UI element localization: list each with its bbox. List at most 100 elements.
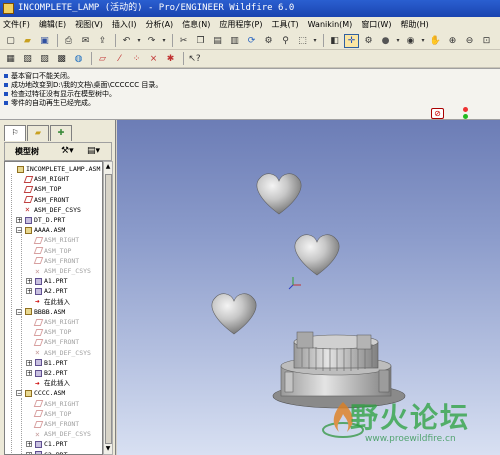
menu-info[interactable]: 信息(N) — [182, 19, 210, 30]
tree-node[interactable]: ASM_TOP — [33, 409, 71, 419]
saved-views-icon[interactable]: ▨ — [37, 52, 52, 66]
datum-axis-display-icon[interactable]: ⁄ — [112, 52, 127, 66]
scroll-up-icon[interactable]: ▲ — [104, 162, 112, 172]
tree-node[interactable]: ASM_RIGHT — [23, 174, 69, 184]
stop-regen-icon[interactable]: ⊘ — [431, 108, 444, 119]
tree-node[interactable]: ⨯ ASM_DEF_CSYS — [35, 266, 91, 276]
expand-toggle-icon[interactable]: − — [16, 227, 22, 234]
tree-node[interactable]: ASM_FRONT — [33, 419, 79, 429]
appearance-dropdown-icon[interactable]: ▾ — [420, 34, 426, 48]
tab-favorites[interactable]: ✚ — [50, 125, 72, 141]
tree-node[interactable]: ➔ 在此插入 — [35, 297, 70, 307]
tree-node[interactable]: ASM_RIGHT — [33, 317, 79, 327]
tree-node[interactable]: B1.PRT — [35, 358, 67, 368]
tree-node[interactable]: CCCC.ASM — [25, 388, 65, 398]
layer-icon[interactable]: ▧ — [20, 52, 35, 66]
menu-edit[interactable]: 编辑(E) — [39, 19, 66, 30]
expand-toggle-icon[interactable]: + — [16, 217, 22, 224]
tree-scrollbar[interactable]: ▲ ▼ — [103, 161, 113, 455]
shading-icon[interactable]: ● — [378, 34, 393, 48]
scroll-thumb[interactable] — [105, 174, 112, 444]
pan-icon[interactable]: ✋ — [428, 34, 443, 48]
model-display-icon[interactable]: ▩ — [54, 52, 69, 66]
expand-toggle-icon[interactable]: + — [26, 288, 32, 295]
menu-analysis[interactable]: 分析(A) — [145, 19, 173, 30]
regenerate-icon[interactable]: ⟳ — [244, 34, 259, 48]
appearance-icon[interactable]: ◉ — [403, 34, 418, 48]
cut-icon[interactable]: ✂ — [176, 34, 191, 48]
tree-node[interactable]: ASM_FRONT — [23, 195, 69, 205]
new-file-icon[interactable]: ▢ — [3, 34, 18, 48]
expand-toggle-icon[interactable]: + — [26, 451, 32, 454]
tree-node[interactable]: ASM_TOP — [23, 184, 61, 194]
shading-dropdown-icon[interactable]: ▾ — [395, 34, 401, 48]
redo-dropdown-icon[interactable]: ▾ — [161, 34, 167, 48]
tab-folder-browser[interactable]: ▰ — [27, 125, 49, 141]
expand-toggle-icon[interactable]: + — [26, 359, 32, 366]
print-icon[interactable]: ⎙ — [61, 34, 76, 48]
heart-part-3[interactable] — [211, 293, 257, 335]
select-dropdown-icon[interactable]: ▾ — [312, 34, 318, 48]
open-folder-icon[interactable]: ▰ — [20, 34, 35, 48]
view-manager-icon[interactable]: ▦ — [3, 52, 18, 66]
tree-node[interactable]: ➔ 在此插入 — [35, 378, 70, 388]
tree-settings-icon[interactable]: ⚒▾ — [61, 146, 74, 156]
undo-dropdown-icon[interactable]: ▾ — [136, 34, 142, 48]
spin-center-display-icon[interactable]: ✱ — [163, 52, 178, 66]
traffic-light-icon[interactable] — [462, 107, 469, 121]
tree-node[interactable]: ASM_RIGHT — [33, 235, 79, 245]
refit-icon[interactable]: ⊡ — [479, 34, 494, 48]
menu-window[interactable]: 窗口(W) — [361, 19, 391, 30]
tree-node[interactable]: BBBB.ASM — [25, 307, 65, 317]
menu-wanikin[interactable]: Wanikin(M) — [308, 20, 353, 29]
tree-node[interactable]: ASM_FRONT — [33, 256, 79, 266]
expand-toggle-icon[interactable]: + — [26, 441, 32, 448]
menu-insert[interactable]: 插入(I) — [112, 19, 137, 30]
tree-node[interactable]: A2.PRT — [35, 286, 67, 296]
tree-node[interactable]: INCOMPLETE_LAMP.ASM — [17, 164, 100, 174]
menu-help[interactable]: 帮助(H) — [400, 19, 428, 30]
zoom-out-icon[interactable]: ⊖ — [462, 34, 477, 48]
save-icon[interactable]: ▣ — [37, 34, 52, 48]
menu-view[interactable]: 视图(V) — [75, 19, 103, 30]
email-icon[interactable]: ✉ — [78, 34, 93, 48]
spin-center-icon[interactable]: ✛ — [344, 33, 359, 48]
expand-toggle-icon[interactable]: + — [26, 278, 32, 285]
tree-node[interactable]: ⨯ ASM_DEF_CSYS — [25, 205, 81, 215]
heart-part-2[interactable] — [294, 234, 340, 276]
heart-part-1[interactable] — [256, 173, 302, 215]
tree-node[interactable]: ⨯ ASM_DEF_CSYS — [35, 429, 91, 439]
paste-icon[interactable]: ▤ — [210, 34, 225, 48]
context-help-icon[interactable]: ↖? — [187, 52, 202, 66]
expand-toggle-icon[interactable]: + — [26, 370, 32, 377]
send-icon[interactable]: ⇪ — [95, 34, 110, 48]
tree-node[interactable]: C1.PRT — [35, 439, 67, 449]
select-box-icon[interactable]: ⬚ — [295, 34, 310, 48]
undo-icon[interactable]: ↶ — [119, 34, 134, 48]
repaint-icon[interactable]: ◧ — [327, 34, 342, 48]
menu-file[interactable]: 文件(F) — [3, 19, 30, 30]
csys-display-icon[interactable]: ⨯ — [146, 52, 161, 66]
paste-special-icon[interactable]: ▥ — [227, 34, 242, 48]
tree-node[interactable]: B2.PRT — [35, 368, 67, 378]
copy-icon[interactable]: ❐ — [193, 34, 208, 48]
menu-tools[interactable]: 工具(T) — [272, 19, 299, 30]
tree-node[interactable]: ASM_RIGHT — [33, 399, 79, 409]
globe-icon[interactable]: ◍ — [71, 52, 86, 66]
datum-point-display-icon[interactable]: ⁘ — [129, 52, 144, 66]
tree-show-icon[interactable]: ▤▾ — [87, 146, 100, 156]
tree-node[interactable]: AAAA.ASM — [25, 225, 65, 235]
tree-node[interactable]: ⨯ ASM_DEF_CSYS — [35, 348, 91, 358]
redo-icon[interactable]: ↷ — [144, 34, 159, 48]
zoom-in-icon[interactable]: ⊕ — [445, 34, 460, 48]
tree-node[interactable]: ASM_TOP — [33, 246, 71, 256]
tree-node[interactable]: A1.PRT — [35, 276, 67, 286]
tab-model-tree[interactable]: ⚐ — [4, 125, 26, 141]
tree-node[interactable]: ASM_TOP — [33, 327, 71, 337]
graphics-window[interactable]: 野火论坛 www.proewildfire.cn — [117, 120, 500, 455]
find-icon[interactable]: ⚲ — [278, 34, 293, 48]
datum-plane-display-icon[interactable]: ▱ — [95, 52, 110, 66]
orient-icon[interactable]: ⚙ — [361, 34, 376, 48]
tree-node[interactable]: DT_D.PRT — [25, 215, 65, 225]
regen-manager-icon[interactable]: ⚙ — [261, 34, 276, 48]
